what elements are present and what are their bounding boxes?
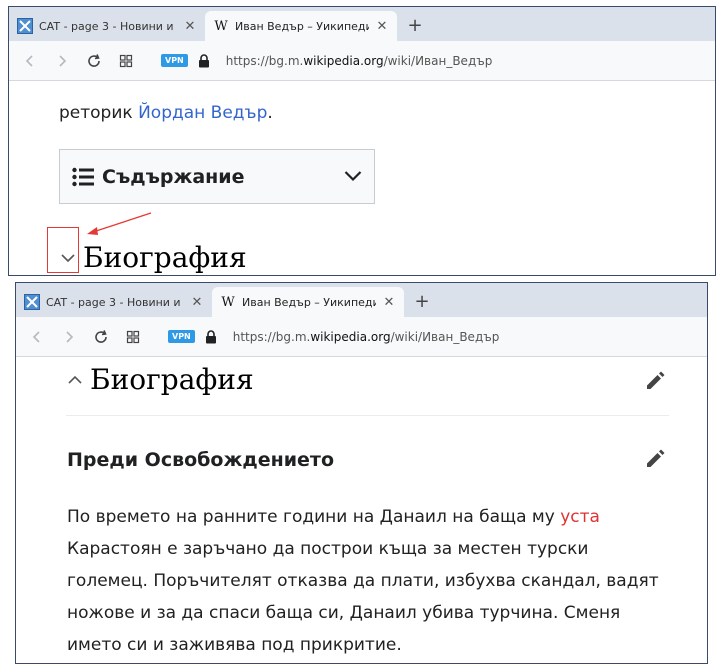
back-icon[interactable] [17,48,43,74]
tab-bar: CAT - page 3 - Новини и общ ✕ W Иван Вед… [9,7,715,41]
scrollbar[interactable] [695,81,715,275]
cat-logo-icon [17,18,33,34]
link-yordan-vedar[interactable]: Йордан Ведър [138,103,267,123]
edit-section-icon[interactable] [644,369,666,391]
wikipedia-w-icon: W [221,294,235,310]
list-icon [72,167,94,187]
forward-icon[interactable] [49,48,75,74]
section-title: Биография [90,363,254,396]
redlink-usta[interactable]: уста [560,507,600,527]
intro-text: реторик Йордан Ведър. [59,103,273,123]
close-tab-icon[interactable]: ✕ [382,295,396,310]
tab-title: CAT - page 3 - Новини и общ [46,295,184,309]
address-bar[interactable]: https://bg.m.wikipedia.org/wiki/Иван_Вед… [233,330,500,344]
tab-bar: CAT - page 3 - Новини и общ ✕ W Иван Вед… [16,283,707,317]
tab-title: Иван Ведър – Уикипедия [242,295,376,309]
page-content: Биография Преди Освобождението По времет… [16,357,695,663]
edit-subsection-icon[interactable] [644,447,666,469]
tab-cat[interactable]: CAT - page 3 - Новини и общ ✕ [16,287,212,317]
screenshot-top: CAT - page 3 - Новини и общ ✕ W Иван Вед… [8,6,716,276]
subsection-title: Преди Освобождението [67,449,335,471]
vpn-badge[interactable]: VPN [161,54,188,67]
reload-icon[interactable] [88,324,114,350]
speed-dial-icon[interactable] [120,324,146,350]
lock-icon[interactable] [198,53,210,68]
close-tab-icon[interactable]: ✕ [375,19,389,34]
lock-icon[interactable] [205,329,217,344]
tab-title: Иван Ведър – Уикипедия [235,19,369,33]
paragraph: По времето на ранните години на Данаил н… [67,507,659,655]
heading-divider [66,415,669,416]
close-tab-icon[interactable]: ✕ [190,295,204,310]
reload-icon[interactable] [81,48,107,74]
cat-logo-icon [24,294,40,310]
tab-wikipedia[interactable]: W Иван Ведър – Уикипедия ✕ [212,287,404,317]
back-icon[interactable] [24,324,50,350]
close-tab-icon[interactable]: ✕ [183,19,197,34]
navigation-bar: VPN https://bg.m.wikipedia.org/wiki/Иван… [16,317,707,357]
scrollbar[interactable] [693,357,707,663]
address-bar[interactable]: https://bg.m.wikipedia.org/wiki/Иван_Вед… [226,54,493,68]
page-content: реторик Йордан Ведър. Съдържание Биограф… [9,81,697,275]
wikipedia-w-icon: W [214,18,228,34]
annotation-arrow [87,212,152,235]
toc-label: Съдържание [102,165,245,188]
forward-icon[interactable] [56,324,82,350]
chevron-down-icon [344,170,362,182]
section-heading-biography[interactable]: Биография [57,241,247,274]
new-tab-button[interactable]: + [403,13,427,39]
annotation-highlight-box [47,227,79,273]
new-tab-button[interactable]: + [410,289,434,315]
tab-title: CAT - page 3 - Новини и общ [39,19,177,33]
vpn-badge[interactable]: VPN [168,330,195,343]
navigation-bar: VPN https://bg.m.wikipedia.org/wiki/Иван… [9,41,715,81]
chevron-up-icon[interactable] [64,365,86,395]
tab-wikipedia[interactable]: W Иван Ведър – Уикипедия ✕ [205,11,397,41]
screenshot-bottom: CAT - page 3 - Новини и общ ✕ W Иван Вед… [15,282,708,664]
speed-dial-icon[interactable] [113,48,139,74]
section-title: Биография [83,241,247,274]
section-heading-biography[interactable]: Биография [64,363,254,396]
tab-cat[interactable]: CAT - page 3 - Новини и общ ✕ [9,11,205,41]
toc-toggle[interactable]: Съдържание [59,149,375,204]
